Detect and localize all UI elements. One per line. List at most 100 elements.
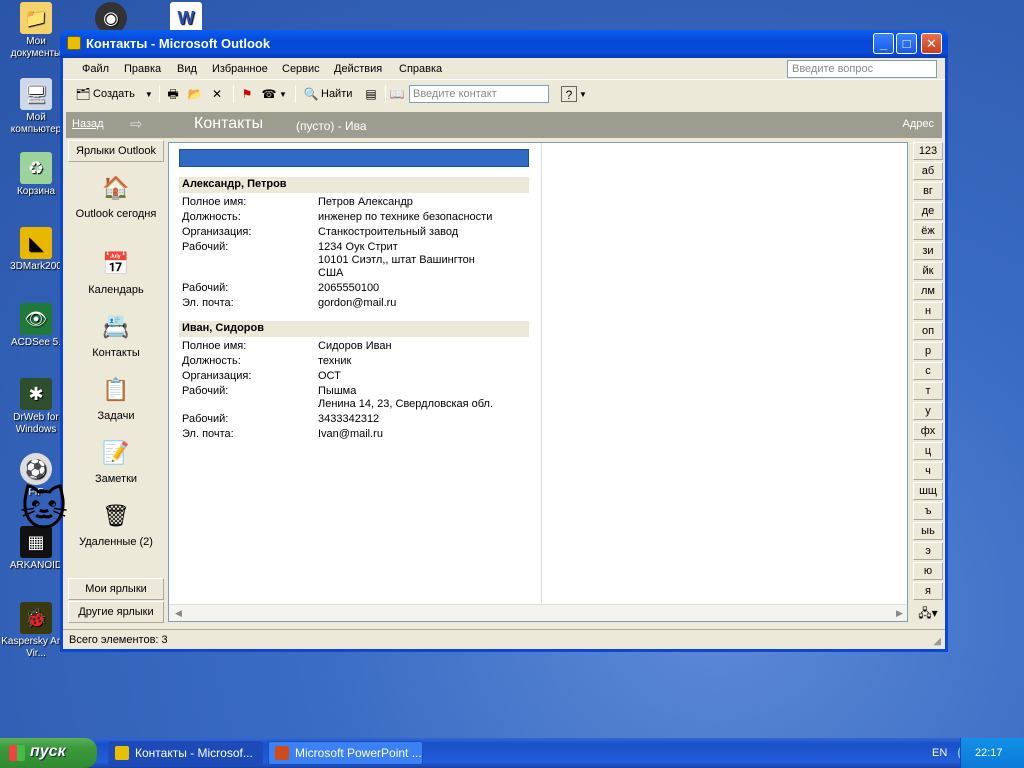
contact-field-row: Рабочий: 1234 Оук Стрит 10101 Сиэтл,, шта… xyxy=(179,240,529,281)
index-button[interactable]: де xyxy=(913,202,943,220)
taskbar-button-powerpoint[interactable]: Microsoft PowerPoint ... xyxy=(268,741,423,765)
address-book-button[interactable]: 📖 xyxy=(389,85,405,103)
notes-icon: 📝 xyxy=(102,440,130,465)
find-contact-input[interactable]: Введите контакт xyxy=(409,85,549,103)
delete-icon: ✕ xyxy=(211,87,223,101)
print-icon: 🖶 xyxy=(167,87,179,101)
index-button[interactable]: йк xyxy=(913,262,943,280)
tasks-shortcut[interactable]: 📋 Задачи xyxy=(66,374,166,422)
outlook-today-shortcut[interactable]: 🏠 Outlook сегодня xyxy=(66,172,166,220)
scroll-right-icon[interactable]: ▶ xyxy=(893,607,906,620)
contact-card[interactable]: Александр, Петров Полное имя: Петров Алек… xyxy=(179,177,529,311)
index-button[interactable]: ыь xyxy=(913,522,943,540)
ask-question-input[interactable]: Введите вопрос xyxy=(787,60,937,78)
contact-card[interactable]: Иван, Сидоров Полное имя: Сидоров Иван До… xyxy=(179,321,529,442)
index-options-button[interactable]: 🖧▾ xyxy=(914,604,942,622)
organize-button[interactable]: ▤ xyxy=(363,85,379,103)
horizontal-scrollbar[interactable]: ◀ ▶ xyxy=(169,604,907,621)
print-button[interactable]: 🖶 xyxy=(165,85,181,103)
shortcut-label: Outlook сегодня xyxy=(75,208,157,220)
contact-card-name[interactable]: Александр, Петров xyxy=(179,177,529,193)
index-button[interactable]: ч xyxy=(913,462,943,480)
index-button[interactable]: я xyxy=(913,582,943,600)
help-button[interactable]: ? ▼ xyxy=(561,85,587,103)
kaspersky-icon: 🐞 xyxy=(20,602,52,634)
index-button[interactable]: вг xyxy=(913,182,943,200)
index-button[interactable]: фх xyxy=(913,422,943,440)
toolbar-separator xyxy=(295,85,296,103)
dial-button[interactable]: ☎ ▼ xyxy=(261,85,287,103)
index-button[interactable]: шщ xyxy=(913,482,943,500)
title-bar[interactable]: Контакты - Microsoft Outlook _ □ ✕ xyxy=(60,30,948,58)
index-button[interactable]: оп xyxy=(913,322,943,340)
close-button[interactable]: ✕ xyxy=(921,33,942,54)
menu-help[interactable]: Справка xyxy=(399,63,442,75)
field-label: Рабочий: xyxy=(182,413,229,425)
minimize-button[interactable]: _ xyxy=(873,33,894,54)
menu-tools[interactable]: Сервис xyxy=(282,63,320,75)
menu-view[interactable]: Вид xyxy=(177,63,197,75)
clock[interactable]: 22:17 xyxy=(975,747,1003,759)
menu-actions[interactable]: Действия xyxy=(334,63,382,75)
scroll-left-icon[interactable]: ◀ xyxy=(172,607,185,620)
field-label: Организация: xyxy=(182,370,252,382)
index-button[interactable]: у xyxy=(913,402,943,420)
contacts-view: Александр, Петров Полное имя: Петров Алек… xyxy=(168,142,908,622)
resize-grip-icon[interactable]: ◢ xyxy=(933,636,941,647)
column-divider[interactable] xyxy=(541,143,542,603)
flag-button[interactable]: ⚑ xyxy=(239,85,255,103)
field-label: Рабочий: xyxy=(182,385,229,397)
other-shortcuts-button[interactable]: Другие ярлыки xyxy=(68,601,164,623)
address-book-icon: 📖 xyxy=(389,87,405,101)
taskbar-button-outlook[interactable]: Контакты - Microsof... xyxy=(108,741,263,765)
delete-button[interactable]: ✕ xyxy=(209,85,225,103)
start-button[interactable]: пуск xyxy=(0,738,97,768)
alphabet-index-bar: 123 аб вг де ёж зи йк лм н оп р с т у фх ц ч шщ ъ ыь э ю я xyxy=(913,142,943,612)
back-button[interactable]: Назад xyxy=(72,118,104,130)
shortcut-label: Календарь xyxy=(88,284,144,296)
index-button[interactable]: ю xyxy=(913,562,943,580)
language-indicator[interactable]: EN xyxy=(932,747,947,759)
recycle-bin-icon: ♻ xyxy=(20,152,52,184)
calendar-shortcut[interactable]: 📅 Календарь xyxy=(66,248,166,296)
outlook-shortcuts-header[interactable]: Ярлыки Outlook xyxy=(68,140,164,162)
index-button[interactable]: р xyxy=(913,342,943,360)
index-button[interactable]: аб xyxy=(913,162,943,180)
find-button[interactable]: 🔍 Найти xyxy=(303,85,353,103)
address-label[interactable]: Адрес xyxy=(903,118,935,130)
index-button[interactable]: 123 xyxy=(913,142,943,160)
create-button[interactable]: 🗂 Создать ▼ xyxy=(75,85,153,103)
index-button[interactable]: э xyxy=(913,542,943,560)
menu-edit[interactable]: Правка xyxy=(124,63,161,75)
index-button[interactable]: ъ xyxy=(913,502,943,520)
field-value: Петров Александр xyxy=(318,196,413,208)
index-button[interactable]: ёж xyxy=(913,222,943,240)
field-value: Ivan@mail.ru xyxy=(318,428,383,440)
chevron-down-icon: ▼ xyxy=(144,89,153,99)
field-value: Сидоров Иван xyxy=(318,340,392,352)
forward-arrow-icon[interactable]: ⇨ xyxy=(130,115,143,133)
my-shortcuts-button[interactable]: Мои ярлыки xyxy=(68,578,164,600)
move-button[interactable]: 📂 xyxy=(187,85,203,103)
house-icon: 🏠 xyxy=(102,175,130,200)
contacts-shortcut[interactable]: 📇 Контакты xyxy=(66,311,166,359)
item-count: Всего элементов: 3 xyxy=(69,634,168,646)
folder-title[interactable]: Контакты xyxy=(194,115,263,133)
index-button[interactable]: с xyxy=(913,362,943,380)
drweb-icon: ✱ xyxy=(20,378,52,410)
index-button[interactable]: ц xyxy=(913,442,943,460)
menu-file[interactable]: Файл xyxy=(82,63,109,75)
menu-favorites[interactable]: Избранное xyxy=(212,63,268,75)
contact-field-row: Должность: инженер по технике безопасност… xyxy=(179,210,529,225)
index-button[interactable]: н xyxy=(913,302,943,320)
index-button[interactable]: зи xyxy=(913,242,943,260)
3dmark-icon: ◣ xyxy=(20,227,52,259)
toolbar-separator xyxy=(385,85,386,103)
field-label: Полное имя: xyxy=(182,340,247,352)
contact-card-name[interactable]: Иван, Сидоров xyxy=(179,321,529,337)
field-label: Рабочий: xyxy=(182,282,229,294)
index-button[interactable]: т xyxy=(913,382,943,400)
maximize-button[interactable]: □ xyxy=(896,33,917,54)
selection-bar[interactable] xyxy=(179,149,529,167)
index-button[interactable]: лм xyxy=(913,282,943,300)
